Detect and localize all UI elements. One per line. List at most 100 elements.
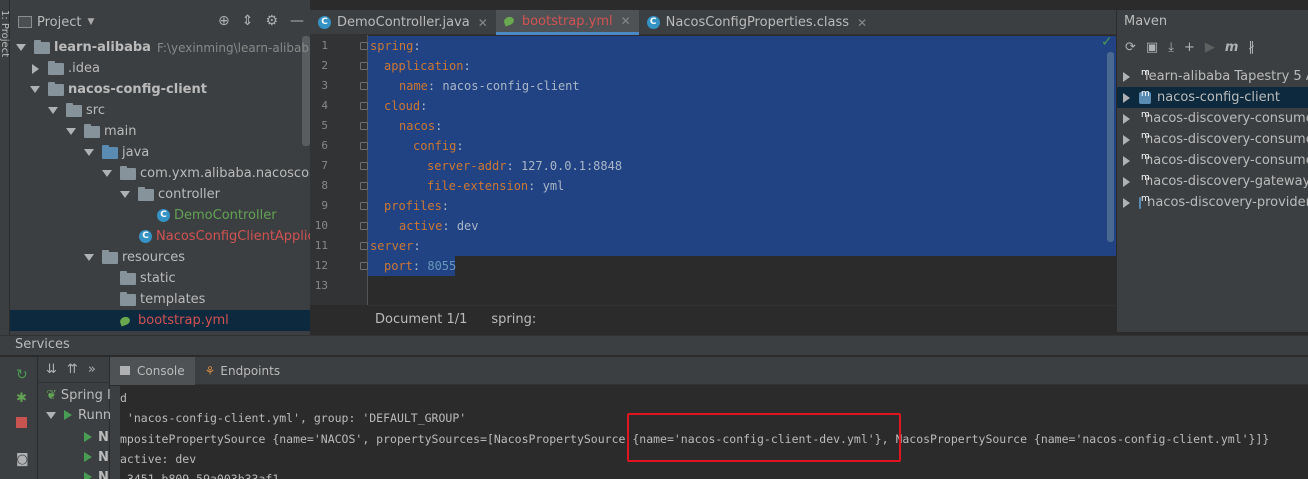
tree-item-controller[interactable]: controller [120,184,220,205]
close-icon[interactable]: ✕ [857,16,867,30]
fold-marker-icon[interactable] [360,262,368,270]
maven-goal-icon[interactable]: m [1225,40,1239,55]
expand-arrow-icon[interactable] [84,149,94,156]
debug-icon[interactable]: ✱ [16,391,30,406]
class-icon: C [157,209,170,222]
run-icon[interactable]: ▶ [1205,40,1215,55]
service-item-running[interactable]: Runn [46,405,111,425]
toggle-offline-icon[interactable]: ∦ [1248,40,1255,55]
download-icon[interactable]: ⤓ [1168,40,1174,55]
camera-icon[interactable]: ◙ [16,452,30,467]
expand-arrow-icon[interactable] [120,191,130,198]
fold-marker-icon[interactable] [360,182,368,190]
editor-scrollbar[interactable] [1107,52,1114,242]
collapse-arrow-icon[interactable] [1123,92,1130,103]
maven-item[interactable]: nacos-config-client [1121,87,1308,108]
tree-item-main[interactable]: main [66,121,136,142]
service-item-app[interactable]: N [84,467,109,479]
close-icon[interactable]: ✕ [478,16,488,30]
line-number: 6 [321,139,328,152]
expand-arrow-icon[interactable] [66,128,76,135]
maven-item[interactable]: nacos-discovery-consume [1121,150,1308,171]
expand-arrow-icon[interactable] [48,107,58,114]
run-icon [84,452,92,462]
expand-all-icon[interactable]: ⇊ [46,362,57,377]
tab-bootstrap-yml[interactable]: bootstrap.yml ✕ [495,10,639,35]
collapse-arrow-icon[interactable] [1123,155,1130,166]
stop-icon[interactable] [16,417,27,428]
maven-item[interactable]: nacos-discovery-gateway- [1121,171,1308,192]
gear-icon[interactable]: ⚙ [265,13,278,29]
fold-marker-icon[interactable] [360,222,368,230]
reload-icon[interactable]: ⟳ [1125,40,1136,55]
close-icon[interactable]: ✕ [621,14,631,28]
breadcrumb-document[interactable]: Document 1/1 [375,312,467,327]
locate-icon[interactable]: ⊕ [218,13,230,29]
more-icon[interactable]: » [88,362,96,377]
expand-arrow-icon[interactable] [46,411,56,419]
collapse-arrow-icon[interactable] [1123,113,1130,124]
collapse-all-icon[interactable]: ⇕ [242,13,254,29]
tree-item-democontroller[interactable]: C DemoController [157,205,277,226]
tab-democontroller[interactable]: C DemoController.java ✕ [310,10,496,35]
collapse-arrow-icon[interactable] [32,63,39,74]
tree-item-package[interactable]: com.yxm.alibaba.nacosconfig [102,163,334,184]
tab-console[interactable]: Console [110,356,195,385]
fold-marker-icon[interactable] [360,62,368,70]
tree-item-templates[interactable]: templates [120,289,205,310]
service-item-app[interactable]: N [84,447,109,467]
collapse-arrow-icon[interactable] [1123,134,1130,145]
tree-item-static[interactable]: static [120,268,176,289]
service-item-spring-boot[interactable]: ❦ Spring I [46,385,111,405]
fold-marker-icon[interactable] [360,122,368,130]
fold-marker-icon[interactable] [360,82,368,90]
services-tree-toolbar: ⇊ ⇈ » [38,357,109,383]
tab-nacosconfigproperties[interactable]: C NacosConfigProperties.class ✕ [639,10,875,35]
no-problems-check-icon[interactable]: ✓ [1101,34,1113,50]
maven-item[interactable]: nacos-discovery-consume [1121,129,1308,150]
maven-item[interactable]: nacos-discovery-provider [1121,192,1308,213]
expand-arrow-icon[interactable] [102,170,112,177]
add-icon[interactable]: + [1184,40,1195,55]
fold-marker-icon[interactable] [360,102,368,110]
maven-item[interactable]: learn-alibaba Tapestry 5 A [1121,66,1308,87]
project-strip-label[interactable]: 1: Project [0,10,10,57]
fold-marker-icon[interactable] [360,142,368,150]
expand-arrow-icon[interactable] [16,44,26,51]
tree-item-learn-alibaba[interactable]: learn-alibaba F:\yexinming\learn-alibaba [16,37,316,58]
tree-item-bootstrap-yml[interactable]: bootstrap.yml [120,310,229,331]
tree-item-java[interactable]: java [84,142,149,163]
code-line: config: [413,139,464,153]
project-title[interactable]: Project [37,15,81,30]
expand-arrow-icon[interactable] [30,86,40,93]
folder-icon [84,123,100,138]
tab-endpoints[interactable]: ⚘ Endpoints [195,357,290,385]
rerun-icon[interactable]: ↻ [16,367,30,383]
tree-item-resources[interactable]: resources [84,247,185,268]
line-number: 13 [314,279,328,292]
breadcrumb-spring[interactable]: spring: [491,312,536,327]
generate-sources-icon[interactable]: ▣ [1146,40,1158,55]
chevron-down-icon[interactable]: ▼ [87,17,94,27]
fold-marker-icon[interactable] [360,242,368,250]
tree-item-application[interactable]: C NacosConfigClientApplicat [139,226,328,247]
expand-arrow-icon[interactable] [84,254,94,261]
maven-item[interactable]: nacos-discovery-consume [1121,108,1308,129]
module-folder-icon [48,81,64,96]
minimize-icon[interactable]: — [290,13,304,29]
fold-marker-icon[interactable] [360,162,368,170]
project-tool-window-strip[interactable]: 1: Project [0,0,10,335]
collapse-all-icon[interactable]: ⇈ [67,362,78,377]
collapse-arrow-icon[interactable] [1123,197,1130,208]
collapse-arrow-icon[interactable] [1123,176,1130,187]
tree-item-src[interactable]: src [48,100,105,121]
code-line: server-addr: 127.0.0.1:8848 [427,159,623,173]
service-item-app[interactable]: N [84,427,109,447]
fold-marker-icon[interactable] [360,42,368,50]
collapse-arrow-icon[interactable] [1123,71,1130,82]
line-number: 7 [321,159,328,172]
tree-item-nacos-config-client[interactable]: nacos-config-client [30,79,207,100]
maven-title: Maven [1124,14,1168,29]
tree-item-idea[interactable]: .idea [30,58,100,79]
fold-marker-icon[interactable] [360,202,368,210]
